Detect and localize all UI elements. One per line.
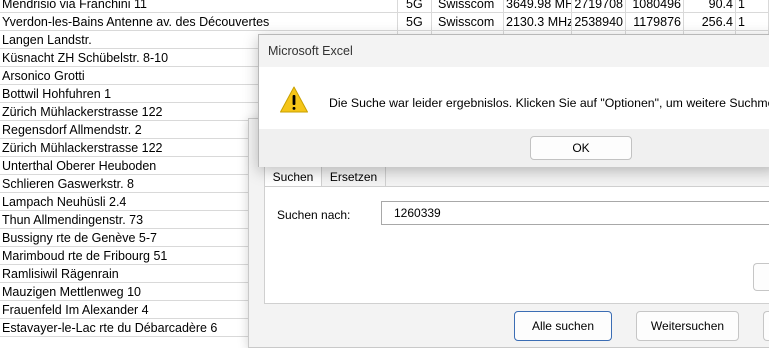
cell-n2[interactable]: 1080496 [626, 0, 684, 13]
message-box-titlebar[interactable]: Microsoft Excel [259, 35, 769, 67]
cell-location[interactable]: Mendrisio via Franchini 11 [0, 0, 398, 13]
cell-n1[interactable]: 2538940 [572, 13, 626, 31]
search-label: Suchen nach: [277, 208, 351, 222]
cell-tech[interactable]: 5G [398, 0, 432, 13]
cell-freq[interactable]: 2130.3 MHz [504, 13, 572, 31]
message-box: Microsoft Excel Die Suche war leider erg… [258, 34, 769, 167]
options-button[interactable] [753, 263, 769, 291]
find-all-button[interactable]: Alle suchen [514, 311, 612, 341]
message-box-footer: OK [259, 129, 769, 167]
cell-freq[interactable]: 3649.98 MHz [504, 0, 572, 13]
cell-n3[interactable]: 90.4 [684, 0, 736, 13]
find-next-button[interactable]: Weitersuchen [636, 311, 739, 341]
cell-n4[interactable]: 1 [736, 13, 769, 31]
message-box-title: Microsoft Excel [268, 44, 353, 58]
message-text: Die Suche war leider ergebnislos. Klicke… [329, 96, 769, 110]
search-input[interactable] [381, 201, 769, 225]
tab-search[interactable]: Suchen [264, 165, 322, 187]
message-box-body: Die Suche war leider ergebnislos. Klicke… [259, 67, 769, 129]
table-row[interactable]: Mendrisio via Franchini 11 5G Swisscom 3649… [0, 0, 769, 13]
cell-n1[interactable]: 2719708 [572, 0, 626, 13]
table-row[interactable]: Yverdon-les-Bains Antenne av. des Découv… [0, 13, 769, 31]
tab-replace[interactable]: Ersetzen [322, 165, 386, 187]
ok-button[interactable]: OK [530, 136, 632, 160]
close-button[interactable] [763, 311, 769, 341]
search-tab-panel: Suchen nach: [264, 186, 769, 304]
warning-icon [280, 86, 308, 113]
cell-op[interactable]: Swisscom [432, 0, 504, 13]
cell-n2[interactable]: 1179876 [626, 13, 684, 31]
cell-op[interactable]: Swisscom [432, 13, 504, 31]
cell-n4[interactable]: 1 [736, 0, 769, 13]
cell-tech[interactable]: 5G [398, 13, 432, 31]
cell-location[interactable]: Yverdon-les-Bains Antenne av. des Découv… [0, 13, 398, 31]
cell-n3[interactable]: 256.4 [684, 13, 736, 31]
